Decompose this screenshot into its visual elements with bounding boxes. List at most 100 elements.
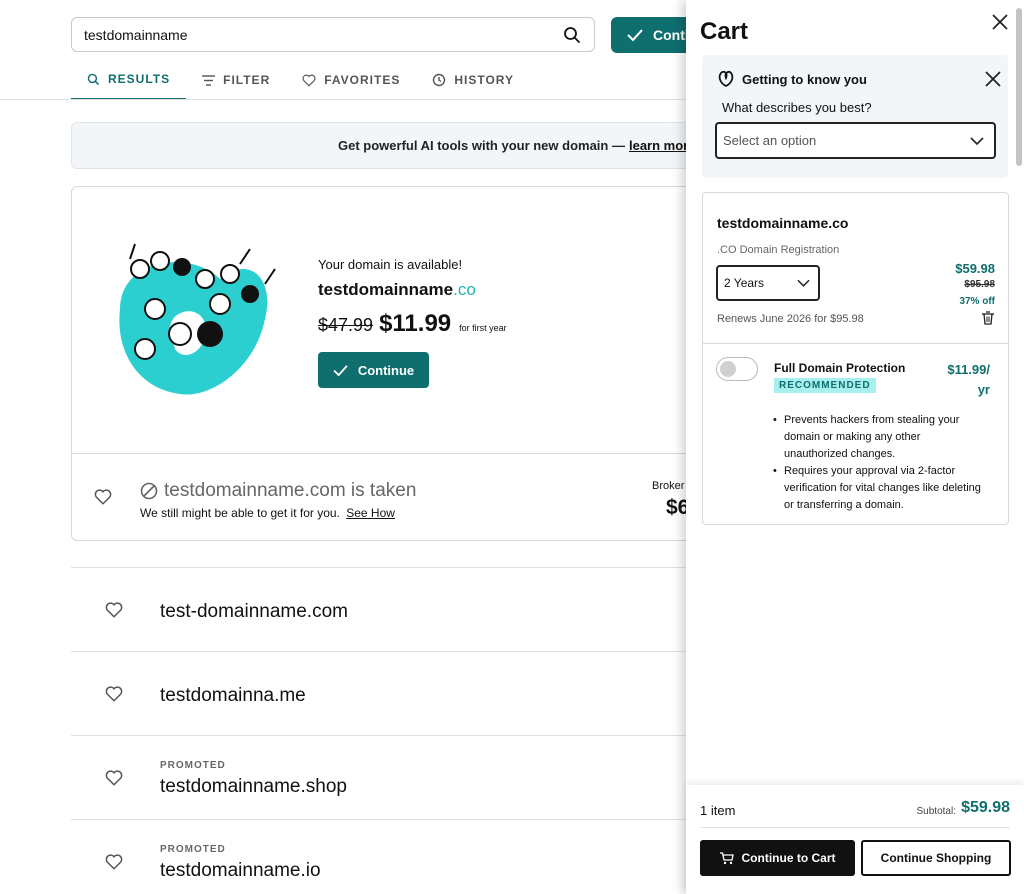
cart-footer: 1 item Subtotal: $59.98 Continue to Cart… [686,785,1024,894]
filter-icon [202,74,216,86]
term-select[interactable]: 2 Years [716,265,820,301]
toggle-knob [720,361,736,377]
price-term: for first year [459,323,507,333]
chevron-down-icon [970,136,984,145]
tabs-divider [0,99,700,100]
benefit-item: Requires your approval via 2-factor veri… [773,463,983,514]
result-domain-name: test-domainname.com [160,601,348,622]
cart-item-type: .CO Domain Registration [717,244,840,256]
term-select-value: 2 Years [724,276,765,290]
check-icon [627,29,643,41]
banner-text: Get powerful AI tools with your new doma… [338,138,625,153]
result-domain-name: testdomainname.io [160,860,321,881]
describe-select[interactable]: Select an option [715,122,996,159]
subtotal-label: Subtotal: [916,806,956,817]
availability-info: Your domain is available! testdomainname… [318,257,507,388]
cart-item-old-price: $95.98 [964,279,995,290]
result-row[interactable]: testdomainna.me [71,652,711,732]
cart-item-domain: testdomainname.co [717,215,849,231]
favorite-heart-icon[interactable] [105,853,123,871]
availability-label: Your domain is available! [318,257,463,272]
cart-icon [719,851,734,864]
tab-favorites-label: FAVORITES [324,73,401,87]
tab-filter-label: FILTER [223,73,271,87]
heart-icon [302,74,316,87]
tab-results[interactable]: RESULTS [71,60,187,100]
continue-label: Continue [357,362,415,378]
domain-name: testdomainname [318,280,454,299]
favorite-heart-icon[interactable] [105,769,123,787]
taken-subtitle: We still might be able to get it for you… [140,506,395,520]
protection-price: $11.99/yr [947,360,990,400]
promoted-label: PROMOTED [160,760,226,771]
subtotal-value: $59.98 [961,799,1010,816]
result-domain-name: testdomainna.me [160,685,306,706]
close-icon[interactable] [990,12,1010,32]
taken-domain-row: testdomainname.com is taken We still mig… [72,454,710,542]
continue-to-cart-button[interactable]: Continue to Cart [700,840,855,876]
cart-title: Cart [700,18,749,45]
cart-item-renewal: Renews June 2026 for $95.98 [717,313,864,325]
search-input-value[interactable]: testdomainname [84,27,562,43]
protection-title: Full Domain Protection [774,361,906,375]
favorite-heart-icon[interactable] [105,601,123,619]
tab-history[interactable]: HISTORY [416,60,530,100]
taken-subtitle-text: We still might be able to get it for you… [140,506,340,520]
cart-item-card: testdomainname.co .CO Domain Registratio… [702,192,1009,525]
cart-item-price: $59.98 [955,261,995,276]
people-illustration [119,243,276,395]
cart-drawer: Cart Getting to know you What describes … [686,0,1024,894]
promoted-label: PROMOTED [160,844,226,855]
cart-item-discount: 37% off [959,296,995,307]
describe-select-placeholder: Select an option [723,133,817,148]
available-domain-name: testdomainname.co [318,280,507,300]
search-icon[interactable] [562,25,582,45]
ai-tools-banner: Get powerful AI tools with your new doma… [71,122,711,169]
getting-to-know-panel: Getting to know you What describes you b… [702,55,1008,178]
old-price: $47.99 [318,315,374,335]
card-divider [703,343,1008,344]
result-row[interactable]: PROMOTED testdomainname.io [71,820,711,894]
tab-filter[interactable]: FILTER [186,60,286,100]
taken-title-text: testdomainname.com is taken [164,480,417,501]
scrollbar[interactable] [1016,8,1022,166]
search-continue-label: Conti [653,27,689,43]
item-count: 1 item [700,803,736,818]
continue-shopping-label: Continue Shopping [880,851,992,865]
result-row[interactable]: test-domainname.com [71,568,711,648]
recommended-badge: RECOMMENDED [774,378,876,393]
close-icon[interactable] [984,70,1002,88]
search-input[interactable]: testdomainname [71,17,595,52]
taken-title: testdomainname.com is taken [140,480,416,502]
trash-icon[interactable] [981,311,995,325]
tab-results-label: RESULTS [108,72,171,86]
favorite-heart-icon[interactable] [94,488,112,506]
tab-favorites[interactable]: FAVORITES [286,60,416,100]
history-icon [433,73,446,87]
getting-to-know-title: Getting to know you [742,72,867,87]
sale-price: $11.99 [379,310,452,337]
footer-divider [700,827,1010,828]
available-domain-card: Your domain is available! testdomainname… [71,186,711,541]
godaddy-logo-icon [718,70,734,88]
results-tabs: RESULTS FILTER FAVORITES HISTORY [71,60,530,100]
favorite-heart-icon[interactable] [105,685,123,703]
unavailable-icon [140,482,158,500]
tab-history-label: HISTORY [454,73,515,87]
search-icon [87,73,100,85]
see-how-link[interactable]: See How [346,506,395,520]
protection-toggle[interactable] [716,357,758,381]
benefit-item: Prevents hackers from stealing your doma… [773,412,983,463]
result-domain-name: testdomainname.shop [160,776,347,797]
result-row[interactable]: PROMOTED testdomainname.shop [71,736,711,816]
describe-question: What describes you best? [722,100,872,115]
continue-shopping-button[interactable]: Continue Shopping [861,840,1011,876]
check-icon [333,364,348,376]
continue-button[interactable]: Continue [318,352,429,388]
protection-price-unit: yr [977,382,990,397]
protection-benefits: Prevents hackers from stealing your doma… [773,412,983,514]
protection-price-amount: $11.99/ [947,362,990,377]
price-row: $47.99 $11.99 for first year [318,310,507,338]
broker-label: Broker [652,480,685,492]
chevron-down-icon [797,279,810,287]
